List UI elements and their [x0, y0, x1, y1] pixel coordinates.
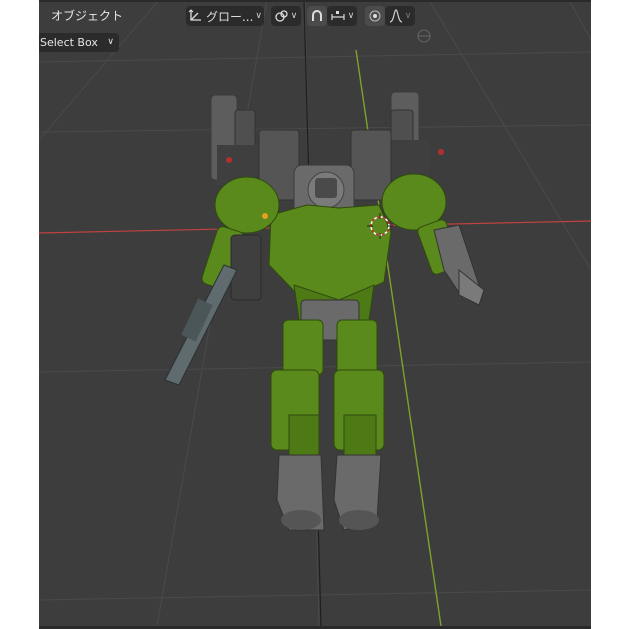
chevron-down-icon: ∨	[290, 11, 298, 21]
snap-element-dropdown[interactable]: ∨	[327, 6, 357, 26]
chevron-down-icon: ∨	[347, 11, 355, 21]
chevron-down-icon: ∨	[404, 11, 412, 21]
snap-toggle[interactable]	[307, 6, 327, 26]
object-mode-menu[interactable]: オブジェクト	[51, 7, 123, 24]
snap-increment-icon	[331, 11, 345, 20]
transform-orientation-dropdown[interactable]: グロー... ∨	[186, 6, 264, 26]
viewport-header: オブジェクト グロー... ∨ ∨ ∨ ∨	[39, 0, 591, 32]
left-margin	[0, 0, 39, 629]
3d-viewport[interactable]: オブジェクト グロー... ∨ ∨ ∨ ∨ Select Box ∨	[39, 0, 591, 626]
right-margin	[591, 0, 629, 629]
snap-link-icon	[275, 10, 288, 22]
falloff-curve-icon	[389, 9, 402, 23]
robot-model[interactable]	[164, 91, 485, 531]
viewport-grid	[39, 0, 591, 626]
proportional-edit-icon	[369, 10, 381, 22]
falloff-dropdown[interactable]: ∨	[385, 6, 415, 26]
select-mode-label: Select Box	[40, 36, 98, 49]
transform-orientation-label: グロー...	[205, 9, 254, 24]
proportional-edit-toggle[interactable]	[365, 6, 385, 26]
chevron-down-icon: ∨	[255, 11, 263, 21]
transform-pivot-icon	[188, 9, 201, 21]
chevron-down-icon: ∨	[107, 37, 114, 47]
viewport-top-border	[39, 0, 591, 2]
select-mode-dropdown[interactable]: Select Box ∨	[39, 33, 119, 52]
pivot-point-dropdown[interactable]: ∨	[271, 6, 301, 26]
snap-magnet-icon	[312, 10, 322, 21]
